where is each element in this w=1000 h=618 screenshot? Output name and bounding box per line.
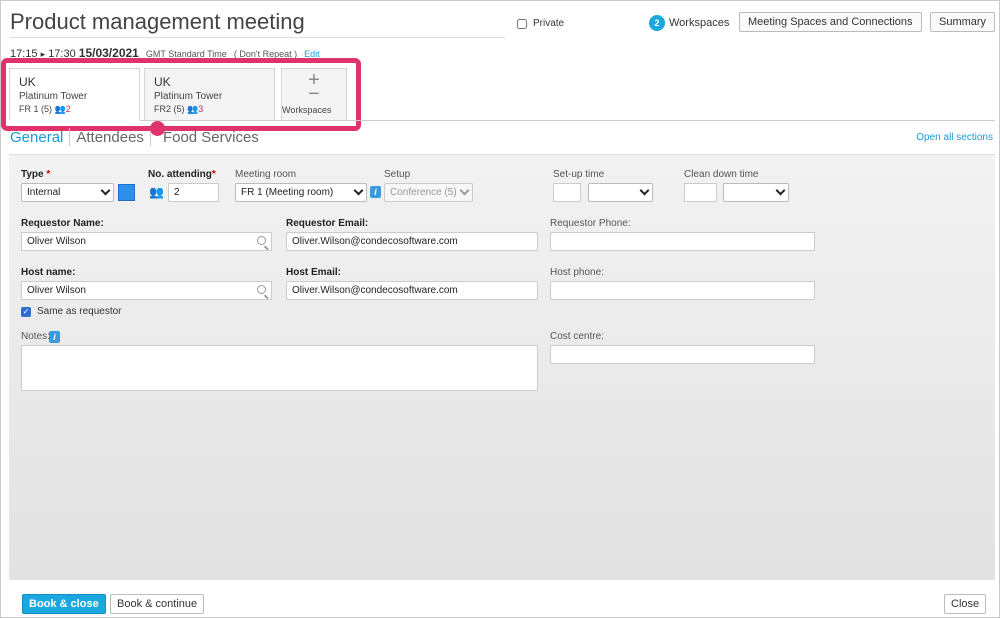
search-icon[interactable] xyxy=(257,285,266,294)
host-name-input[interactable]: Oliver Wilson xyxy=(21,281,272,300)
chevron-down-icon xyxy=(775,185,786,196)
tab-divider xyxy=(140,120,995,121)
meeting-room-label: Meeting room xyxy=(235,169,297,180)
book-and-close-button[interactable]: Book & close xyxy=(22,594,106,614)
host-email-label: Host Email: xyxy=(286,267,342,278)
attendees-alert-dot xyxy=(150,121,165,136)
cost-centre-input[interactable] xyxy=(550,345,815,364)
booking-window: Product management meeting 17:15 ▸ 17:30… xyxy=(0,0,1000,618)
host-name-label: Host name: xyxy=(21,267,76,278)
cost-centre-label: Cost centre: xyxy=(550,331,604,342)
workspace-count: 2 Workspaces xyxy=(649,15,729,31)
private-checkbox[interactable] xyxy=(517,18,527,29)
meeting-room-select[interactable]: FR 1 (Meeting room) xyxy=(235,183,367,202)
meeting-title[interactable]: Product management meeting xyxy=(10,9,305,35)
tab-general[interactable]: General xyxy=(10,129,69,146)
requestor-email-label: Requestor Email: xyxy=(286,218,369,229)
summary-button[interactable]: Summary xyxy=(930,12,996,32)
clean-time-select[interactable] xyxy=(723,183,789,202)
clean-time-input[interactable] xyxy=(684,183,717,202)
setup-time-select[interactable] xyxy=(588,183,653,202)
general-form: Type * Internal No. attending* 👥 2 Meeti… xyxy=(9,154,995,580)
host-phone-label: Host phone: xyxy=(550,267,604,278)
host-phone-input[interactable] xyxy=(550,281,815,300)
requestor-name-label: Requestor Name: xyxy=(21,218,104,229)
requestor-name-input[interactable]: Oliver Wilson xyxy=(21,232,272,251)
chevron-down-icon xyxy=(353,185,364,196)
type-label: Type * xyxy=(21,169,51,180)
check-icon[interactable]: ✓ xyxy=(21,306,31,317)
chevron-down-icon xyxy=(459,185,470,196)
same-as-requestor-label: Same as requestor xyxy=(37,306,122,317)
setup-label: Setup xyxy=(384,169,411,180)
meeting-spaces-button[interactable]: Meeting Spaces and Connections xyxy=(739,12,922,32)
section-tabs: General Attendees Food Services xyxy=(10,128,265,146)
setup-time-label: Set-up time xyxy=(553,169,605,180)
setup-time-input[interactable] xyxy=(553,183,581,202)
search-icon[interactable] xyxy=(257,236,266,245)
attending-label: No. attending* xyxy=(148,169,216,180)
chevron-down-icon xyxy=(639,185,650,196)
notes-textarea[interactable] xyxy=(21,345,538,391)
requestor-phone-input[interactable] xyxy=(550,232,815,251)
requestor-phone-label: Requestor Phone: xyxy=(550,218,631,229)
chevron-down-icon xyxy=(100,185,111,196)
clean-time-label: Clean down time xyxy=(684,169,759,180)
workspace-count-badge: 2 xyxy=(649,15,665,31)
type-select[interactable]: Internal xyxy=(21,183,114,202)
private-label: Private xyxy=(533,18,565,29)
open-all-sections-link[interactable]: Open all sections xyxy=(916,132,993,143)
close-button[interactable]: Close xyxy=(944,594,987,614)
tab-attendees[interactable]: Attendees xyxy=(70,129,150,146)
private-toggle[interactable]: Private xyxy=(517,18,564,29)
requestor-email-input[interactable]: Oliver.Wilson@condecosoftware.com xyxy=(286,232,538,251)
info-icon[interactable]: i xyxy=(49,331,60,343)
type-color-swatch[interactable] xyxy=(118,184,135,201)
title-underline xyxy=(10,37,505,38)
book-and-continue-button[interactable]: Book & continue xyxy=(110,594,205,614)
setup-select: Conference (5) xyxy=(384,183,473,202)
tab-food-services[interactable]: Food Services xyxy=(157,129,265,146)
host-email-input[interactable]: Oliver.Wilson@condecosoftware.com xyxy=(286,281,538,300)
info-icon[interactable]: i xyxy=(370,186,381,198)
workspace-count-label: Workspaces xyxy=(669,17,730,29)
attending-input[interactable]: 2 xyxy=(168,183,219,202)
notes-label: Notes: xyxy=(21,331,50,342)
attendees-icon: 👥 xyxy=(149,185,164,199)
same-as-requestor-toggle[interactable]: ✓ Same as requestor xyxy=(21,306,122,317)
